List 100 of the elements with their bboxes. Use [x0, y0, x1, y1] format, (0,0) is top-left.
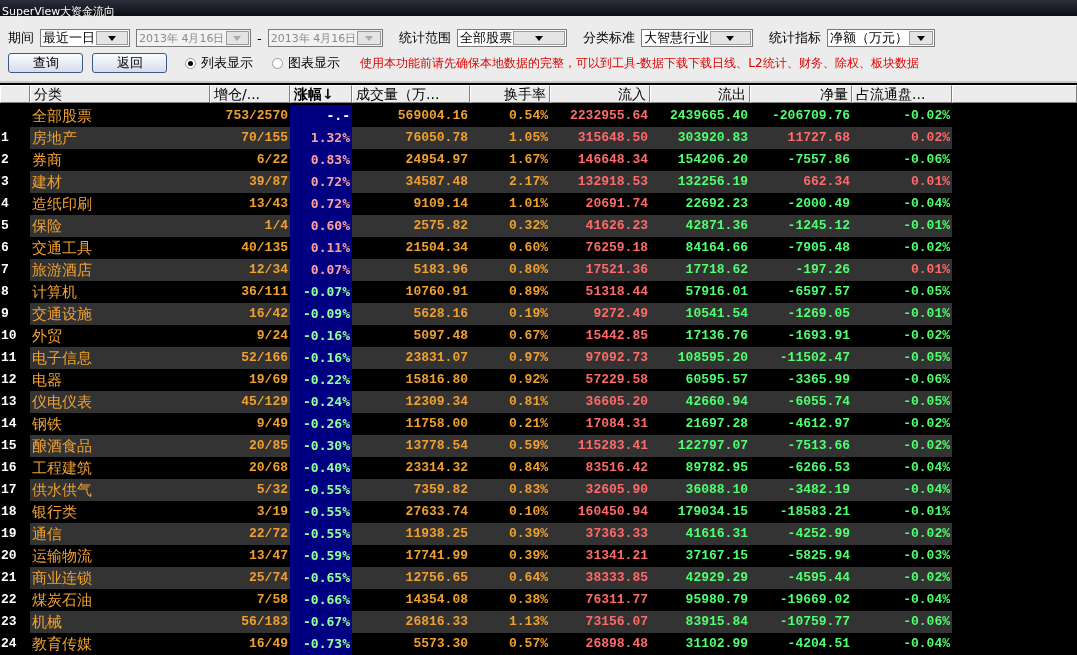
table-cell: 建材 — [30, 171, 210, 193]
table-cell: 115283.41 — [550, 435, 650, 457]
table-cell-text: 31102.99 — [684, 635, 749, 653]
table-cell: -0.01% — [852, 215, 952, 237]
row-number: 24 — [0, 635, 18, 653]
table-cell: 7359.82 — [352, 479, 470, 501]
table-cell: 2.17% — [470, 171, 550, 193]
table-cell: 36605.20 — [550, 391, 650, 413]
row-number: 2 — [0, 151, 10, 169]
table-cell: 662.34 — [750, 171, 852, 193]
table-cell: 52/166 — [210, 347, 290, 369]
table-cell-text: 26898.48 — [584, 635, 649, 653]
column-header[interactable]: 流出 — [650, 85, 750, 103]
table-cell: 2575.82 — [352, 215, 470, 237]
dropdown[interactable]: 全部股票 — [456, 29, 567, 47]
radio-icon[interactable] — [185, 57, 196, 69]
table-cell: -1269.05 — [750, 303, 852, 325]
table-cell: 1.13% — [470, 611, 550, 633]
column-header[interactable]: 净量 — [750, 85, 852, 103]
table-cell-text: 154206.20 — [676, 151, 749, 169]
action-button[interactable]: 返回 — [92, 53, 167, 73]
table-cell: 5183.96 — [352, 259, 470, 281]
table-cell-text: 0.67% — [508, 327, 549, 345]
row-number: 14 — [0, 415, 18, 433]
radio-option[interactable]: 列表显示 — [185, 54, 253, 72]
table-cell: 12309.34 — [352, 391, 470, 413]
table-cell: -0.24% — [290, 391, 352, 413]
table-cell-text: 569004.16 — [396, 107, 469, 125]
column-header[interactable]: 换手率 — [470, 85, 550, 103]
table-cell: 0.83% — [470, 479, 550, 501]
notice-text: 使用本功能前请先确保本地数据的完整，可以到工具-数据下载下载日线、L2统计、财务、除权、板块数据 — [360, 54, 919, 72]
table-cell: -0.55% — [290, 523, 352, 545]
table-cell: 41616.31 — [650, 523, 750, 545]
dropdown[interactable]: 净额（万元） — [826, 29, 935, 47]
table-cell: 73156.07 — [550, 611, 650, 633]
table-cell-text: -4612.97 — [786, 415, 851, 433]
column-header[interactable]: 涨幅↓ — [290, 85, 352, 103]
table-cell-text: 14354.08 — [404, 591, 469, 609]
table-cell-text: 0.60% — [508, 239, 549, 257]
table-cell: 0.60% — [290, 215, 352, 237]
action-button[interactable]: 查询 — [8, 53, 83, 73]
table-cell-text: 6/22 — [255, 151, 289, 169]
table-cell-text: 160450.94 — [576, 503, 649, 521]
table-cell: 41626.23 — [550, 215, 650, 237]
column-header[interactable]: 流入 — [550, 85, 650, 103]
table-cell-text: -6266.53 — [786, 459, 851, 477]
table-cell-text: 76259.18 — [584, 239, 649, 257]
column-header[interactable]: 占流通盘... — [852, 85, 952, 103]
table-cell: 26816.33 — [352, 611, 470, 633]
table-cell: -11502.47 — [750, 347, 852, 369]
table-cell: 42929.29 — [650, 567, 750, 589]
table-cell: 旅游酒店 — [30, 259, 210, 281]
table-cell-text: -5825.94 — [786, 547, 851, 565]
table-cell-text: 15816.80 — [404, 371, 469, 389]
table-cell-text: 煤炭石油 — [31, 590, 93, 611]
radio-icon[interactable] — [272, 57, 283, 69]
column-header[interactable]: 增仓/... — [210, 85, 290, 103]
table-cell: 16/42 — [210, 303, 290, 325]
table-cell: 38333.85 — [550, 567, 650, 589]
dropdown[interactable]: 大智慧行业 — [640, 29, 753, 47]
row-number: 10 — [0, 327, 18, 345]
table-cell-text: 9109.14 — [412, 195, 469, 213]
table-cell: 机械 — [30, 611, 210, 633]
column-header[interactable]: 成交量（万... — [352, 85, 470, 103]
table-cell: 17718.62 — [650, 259, 750, 281]
table-cell: 0.72% — [290, 171, 352, 193]
table-cell: 0.97% — [470, 347, 550, 369]
table-cell: 303920.83 — [650, 127, 750, 149]
table-cell: 5628.16 — [352, 303, 470, 325]
table-cell: 0.32% — [470, 215, 550, 237]
table-cell: -6055.74 — [750, 391, 852, 413]
table-cell-text: -7557.86 — [786, 151, 851, 169]
table-cell-text: 22692.23 — [684, 195, 749, 213]
radio-option[interactable]: 图表显示 — [272, 54, 340, 72]
table-cell-text: 27633.74 — [404, 503, 469, 521]
table-cell: -0.16% — [290, 347, 352, 369]
table-cell-text: 13/47 — [248, 547, 289, 565]
table-cell-text: 0.84% — [508, 459, 549, 477]
table-cell-text: 工程建筑 — [31, 458, 93, 479]
table-cell-text: 钢铁 — [31, 414, 63, 435]
row-number: 6 — [0, 239, 10, 257]
table-cell-text: -0.06% — [902, 371, 951, 389]
table-cell-text: 57916.01 — [684, 283, 749, 301]
table-cell: 13778.54 — [352, 435, 470, 457]
table-cell-text: -18583.21 — [778, 503, 851, 521]
table-cell-text: 19/69 — [248, 371, 289, 389]
table-cell: -0.26% — [290, 413, 352, 435]
table-cell-text: -0.04% — [902, 591, 951, 609]
table-cell-text: 0.92% — [508, 371, 549, 389]
dropdown[interactable]: 最近一日 — [40, 29, 130, 47]
row-number: 22 — [0, 591, 18, 609]
table-cell-text: 83516.42 — [584, 459, 649, 477]
table-cell: -7513.66 — [750, 435, 852, 457]
table-cell-text: 5573.30 — [412, 635, 469, 653]
table-cell: 20/85 — [210, 435, 290, 457]
table-cell: 10541.54 — [650, 303, 750, 325]
table-cell-text: 0.54% — [508, 107, 549, 125]
table-cell-text: 9/24 — [255, 327, 289, 345]
table-cell: -0.65% — [290, 567, 352, 589]
column-header[interactable]: 分类 — [30, 85, 210, 103]
